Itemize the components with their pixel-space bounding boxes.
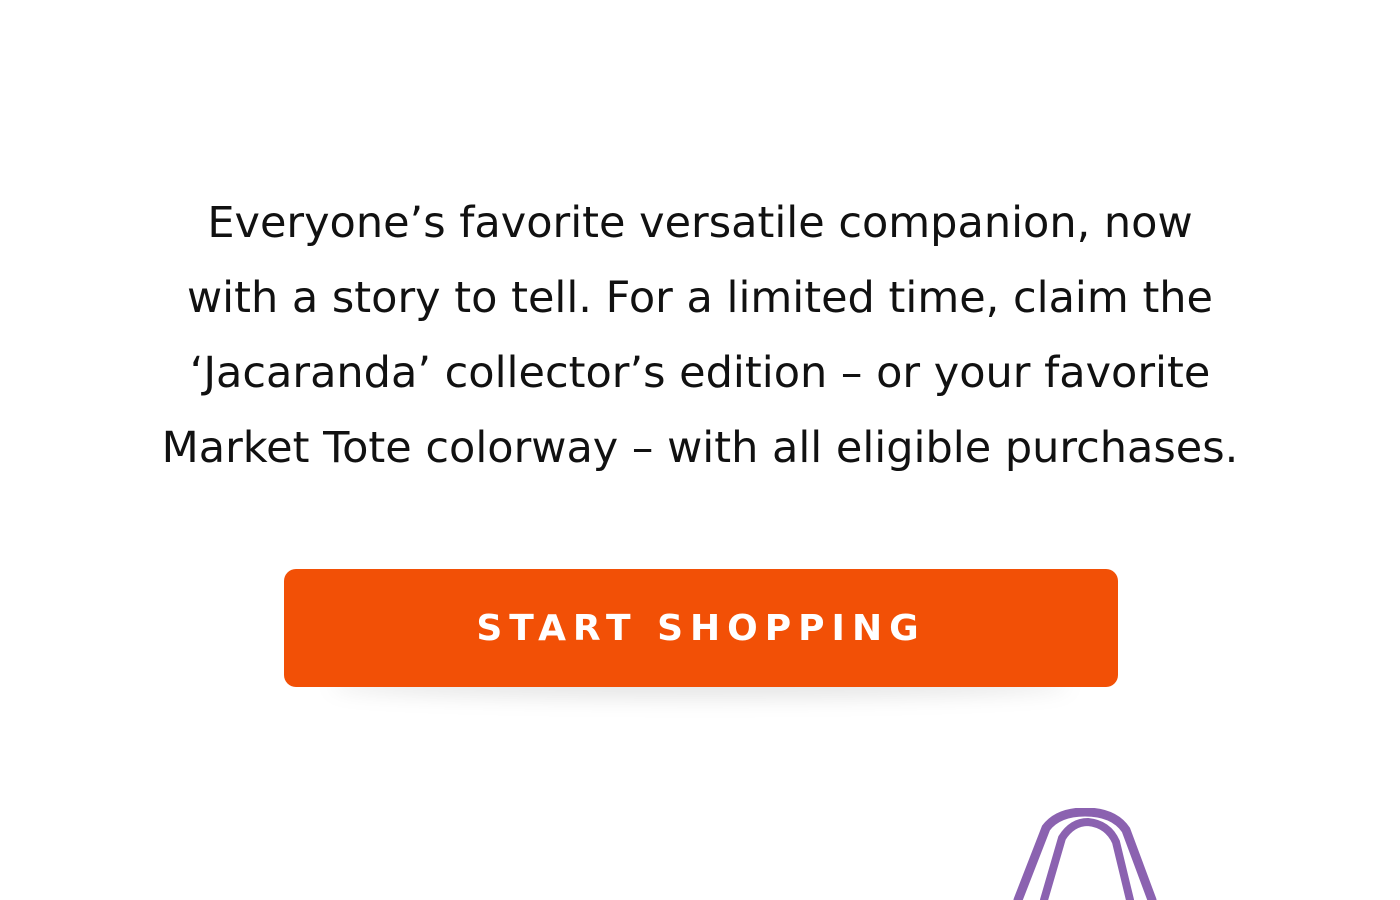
promo-line-2: with a story to tell. For a limited time… (186, 273, 1214, 323)
promo-line-3: ‘Jacaranda’ collector’s edition – or you… (189, 348, 1211, 398)
start-shopping-button[interactable]: START SHOPPING (284, 569, 1118, 687)
promo-description: Everyone’s favorite versatile companion,… (100, 186, 1300, 486)
promo-page: Everyone’s favorite versatile companion,… (0, 0, 1400, 900)
promo-line-1: Everyone’s favorite versatile companion,… (207, 198, 1193, 248)
promo-line-4: Market Tote colorway – with all eligible… (161, 423, 1239, 473)
market-tote-bag-icon (1013, 808, 1157, 900)
